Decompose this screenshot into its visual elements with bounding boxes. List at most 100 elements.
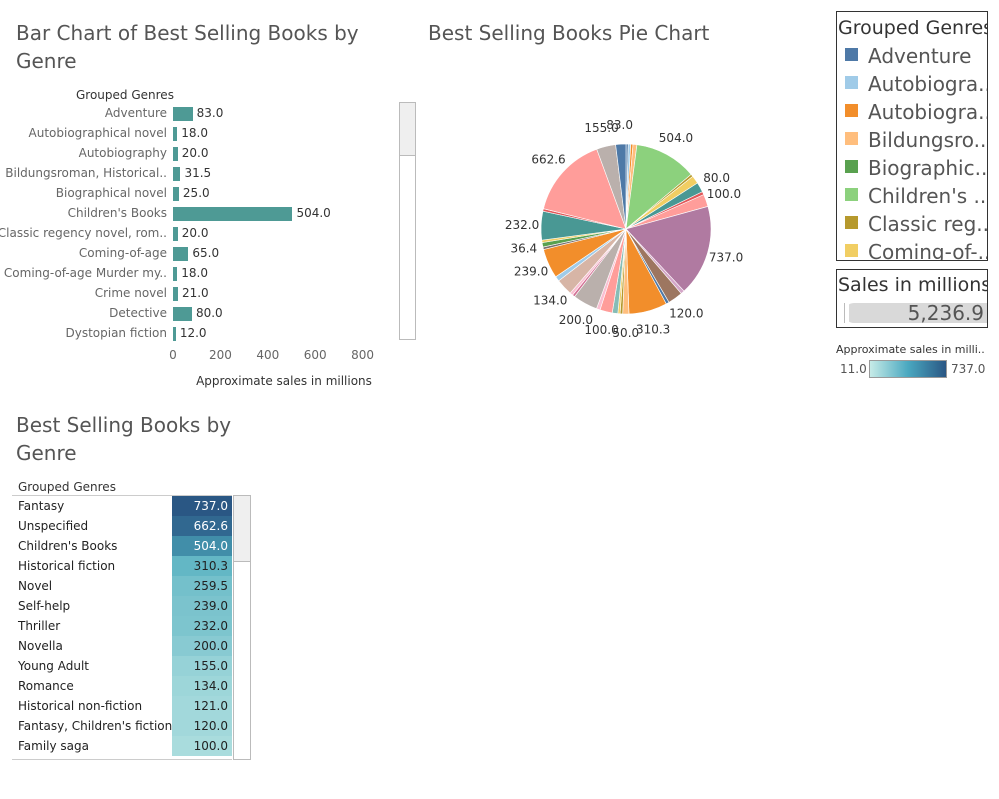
table-value-cell: 737.0 [172, 496, 232, 516]
legend-item-label: Biographic.. [868, 156, 988, 180]
legend-item-label: Coming-of-.. [868, 240, 988, 261]
legend-swatch [845, 132, 858, 145]
bar[interactable] [173, 267, 178, 281]
legend-item-label: Adventure [868, 44, 972, 68]
table-row[interactable]: Children's Books 504.0 [12, 536, 232, 556]
bar-chart-scrollbar[interactable] [399, 102, 416, 340]
legend-swatch [845, 104, 858, 117]
table-row[interactable]: Unspecified 662.6 [12, 516, 232, 536]
bar-x-tick-label: 600 [303, 348, 327, 362]
genre-table: Fantasy 737.0 Unspecified 662.6 Children's B… [0, 496, 240, 760]
table-row[interactable]: Historical fiction 310.3 [12, 556, 232, 576]
table-bottom-rule [12, 759, 232, 760]
pie-slice-label: 239.0 [514, 264, 548, 278]
bar-category-label: Bildungsroman, Historical.. [5, 166, 167, 180]
pie-slice-label: 737.0 [709, 250, 743, 264]
bar-chart-title-line2: Genre [16, 49, 77, 73]
legend-item-label: Classic reg.. [868, 212, 988, 236]
table-genre-cell: Children's Books [18, 539, 118, 553]
bar[interactable] [173, 147, 178, 161]
sales-filter-slider[interactable]: 5,236.9 [844, 301, 987, 325]
legend-item[interactable]: Coming-of-.. [845, 240, 988, 261]
bar[interactable] [173, 307, 192, 321]
bar-value-label: 504.0 [296, 206, 331, 220]
bar-category-label: Biographical novel [55, 186, 167, 200]
bar[interactable] [173, 327, 176, 341]
table-value-cell: 120.0 [172, 716, 232, 736]
table-genre-cell: Fantasy, Children's fiction [18, 719, 173, 733]
bar-value-label: 21.0 [181, 286, 209, 300]
table-genre-cell: Novel [18, 579, 53, 593]
table-row[interactable]: Novel 259.5 [12, 576, 232, 596]
bar[interactable] [173, 247, 189, 261]
legend-item[interactable]: Classic reg.. [845, 212, 988, 240]
table-scrollbar[interactable] [233, 495, 251, 760]
table-value-cell: 100.0 [172, 736, 232, 756]
bar-category-label: Classic regency novel, rom.. [0, 226, 167, 240]
bar[interactable] [173, 127, 178, 141]
bar[interactable] [173, 167, 181, 181]
bar[interactable] [173, 287, 178, 301]
bar-x-tick-label: 0 [169, 348, 177, 362]
table-row[interactable]: Fantasy, Children's fiction 120.0 [12, 716, 232, 736]
legend-item[interactable]: Bildungsro.. [845, 128, 986, 156]
bar-category-label: Crime novel [94, 286, 167, 300]
bar-value-label: 83.0 [196, 106, 224, 120]
color-legend-title: Approximate sales in milli.. [836, 343, 985, 356]
table-row[interactable]: Self-help 239.0 [12, 596, 232, 616]
pie-slice-label: 100.0 [707, 187, 741, 201]
pie-slice-label: 200.0 [559, 313, 593, 327]
bar[interactable] [173, 107, 193, 121]
legend-item[interactable]: Autobiogra.. [845, 100, 987, 128]
genre-legend-title: Grouped Genres [838, 17, 988, 39]
table-genre-cell: Fantasy [18, 499, 65, 513]
bar-value-label: 31.5 [184, 166, 212, 180]
table-row[interactable]: Romance 134.0 [12, 676, 232, 696]
table-genre-cell: Self-help [18, 599, 71, 613]
color-legend-max: 737.0 [951, 362, 986, 376]
legend-swatch [845, 76, 858, 89]
sales-filter-slider-handle[interactable] [844, 303, 849, 323]
legend-swatch [845, 160, 858, 173]
table-column-header: Grouped Genres [18, 480, 116, 494]
table-row[interactable]: Family saga 100.0 [12, 736, 232, 756]
table-row[interactable]: Young Adult 155.0 [12, 656, 232, 676]
genre-legend[interactable]: Grouped Genres Adventure Autobiogra.. Auto… [836, 11, 988, 261]
bar-category-label: Coming-of-age Murder my.. [3, 266, 167, 280]
bar-category-label: Children's Books [67, 206, 167, 220]
sales-filter-title: Sales in millions [838, 274, 988, 296]
table-scrollbar-thumb[interactable] [234, 496, 250, 562]
bar[interactable] [173, 207, 293, 221]
bar-x-tick-label: 200 [208, 348, 232, 362]
table-genre-cell: Thriller [18, 619, 61, 633]
legend-item[interactable]: Adventure [845, 44, 971, 72]
table-value-cell: 134.0 [172, 676, 232, 696]
bar-category-label: Autobiographical novel [28, 126, 167, 140]
legend-item[interactable]: Autobiogra.. [845, 72, 988, 100]
table-value-cell: 662.6 [172, 516, 232, 536]
table-row[interactable]: Novella 200.0 [12, 636, 232, 656]
bar-x-tick-label: 400 [256, 348, 280, 362]
bar-chart-scrollbar-thumb[interactable] [400, 103, 415, 156]
bar-category-label: Detective [109, 306, 167, 320]
bar[interactable] [173, 227, 178, 241]
pie-slice-label: 504.0 [659, 131, 693, 145]
legend-item[interactable]: Children's .. [845, 184, 986, 212]
table-value-cell: 239.0 [172, 596, 232, 616]
table-row[interactable]: Historical non-fiction 121.0 [12, 696, 232, 716]
bar[interactable] [173, 187, 179, 201]
color-legend-min: 11.0 [840, 362, 867, 376]
legend-item-label: Autobiogra.. [868, 72, 988, 96]
table-genre-cell: Historical non-fiction [18, 699, 143, 713]
table-row[interactable]: Fantasy 737.0 [12, 496, 232, 516]
sales-filter[interactable]: Sales in millions 5,236.9 [836, 269, 988, 328]
table-value-cell: 121.0 [172, 696, 232, 716]
legend-item[interactable]: Biographic.. [845, 156, 987, 184]
table-genre-cell: Family saga [18, 739, 90, 753]
bar-category-label: Coming-of-age [78, 246, 167, 260]
color-legend-ramp [869, 360, 947, 378]
legend-item-label: Bildungsro.. [868, 128, 987, 152]
table-row[interactable]: Thriller 232.0 [12, 616, 232, 636]
table-genre-cell: Unspecified [18, 519, 89, 533]
table-genre-cell: Young Adult [18, 659, 89, 673]
